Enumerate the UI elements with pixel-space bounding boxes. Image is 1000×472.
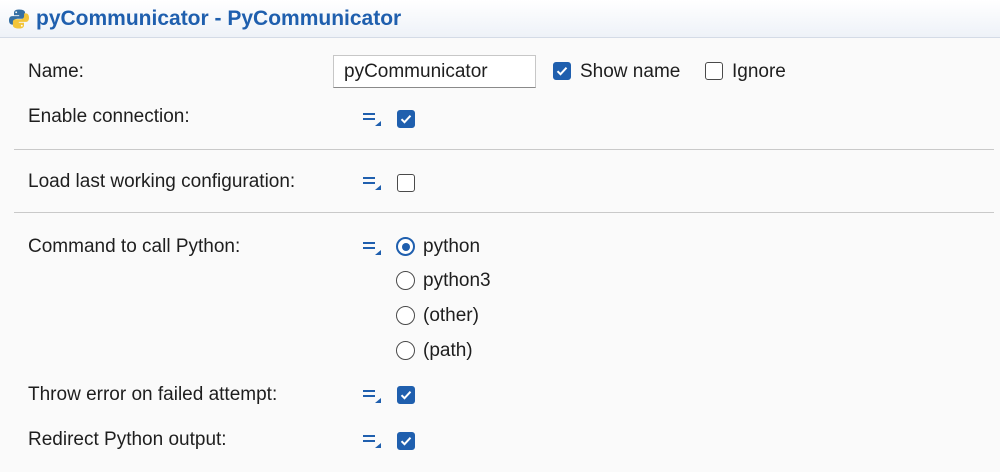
python-icon [9,9,29,29]
title-bar: pyCommunicator - PyCommunicator [0,0,1000,38]
radio-selected-dot [401,242,410,251]
ignore-checkbox[interactable] [705,62,723,80]
throw-error-label: Throw error on failed attempt: [28,384,278,405]
radio-label-path: (path) [423,340,473,361]
radio-path[interactable] [396,341,415,360]
load-last-config-label: Load last working configuration: [28,171,296,192]
redirect-output-label: Redirect Python output: [28,429,227,450]
show-name-checkbox[interactable] [553,62,571,80]
radio-python3[interactable] [396,271,415,290]
enable-connection-label: Enable connection: [28,106,190,127]
radio-label-python: python [423,236,481,257]
separator [14,212,994,213]
load-last-config-checkbox[interactable] [397,174,415,192]
flow-variable-icon[interactable] [361,388,383,404]
checkmark-icon [400,391,412,400]
checkmark-icon [400,437,412,446]
throw-error-checkbox[interactable] [397,386,415,404]
name-input[interactable] [333,55,536,88]
enable-connection-checkbox[interactable] [397,110,415,128]
checkmark-icon [556,67,568,76]
radio-other[interactable] [396,306,415,325]
show-name-label: Show name [580,61,681,82]
radio-label-other: (other) [423,305,479,326]
flow-variable-icon[interactable] [361,111,383,127]
radio-python[interactable] [396,237,415,256]
flow-variable-icon[interactable] [361,240,383,256]
name-label: Name: [28,61,84,82]
flow-variable-icon[interactable] [361,433,383,449]
window-title: pyCommunicator - PyCommunicator [36,6,402,30]
command-python-label: Command to call Python: [28,236,241,257]
checkmark-icon [400,115,412,124]
separator [14,149,994,150]
radio-label-python3: python3 [423,270,491,291]
flow-variable-icon[interactable] [361,175,383,191]
redirect-output-checkbox[interactable] [397,432,415,450]
ignore-label: Ignore [732,61,786,82]
